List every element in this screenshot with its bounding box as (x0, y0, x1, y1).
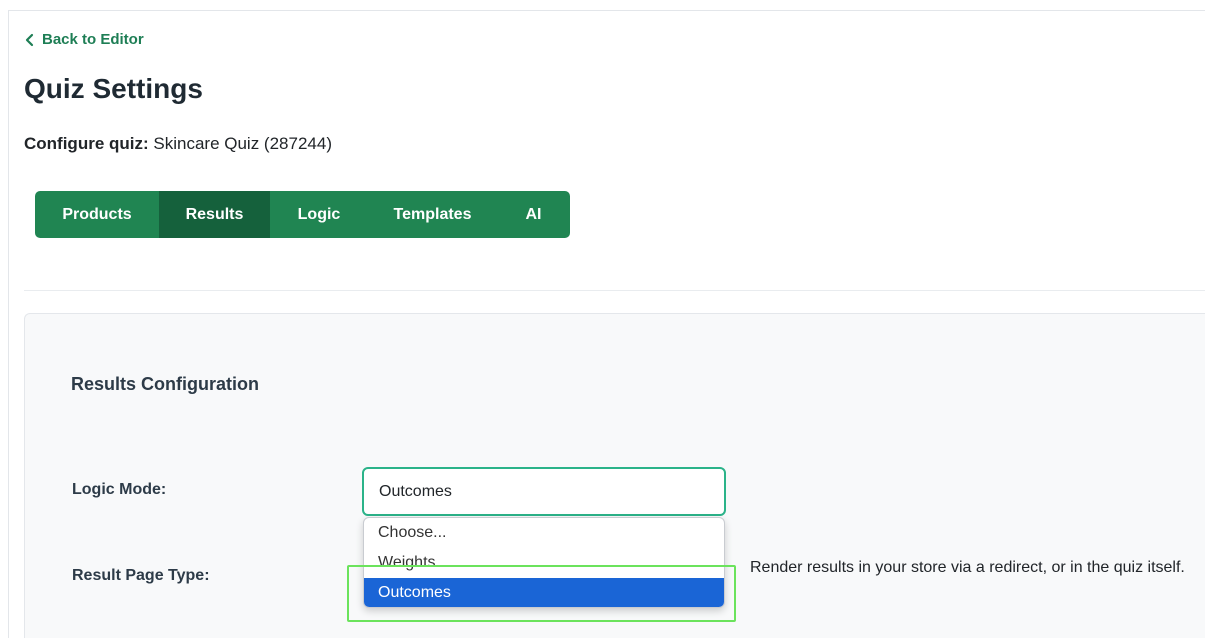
chevron-left-icon (25, 33, 34, 46)
logic-mode-dropdown: Choose... Weights Outcomes (363, 517, 725, 608)
logic-mode-value: Outcomes (379, 482, 452, 500)
tab-ai[interactable]: AI (497, 191, 570, 238)
settings-tabs: Products Results Logic Templates AI (35, 191, 570, 238)
option-choose[interactable]: Choose... (364, 518, 724, 548)
tab-logic[interactable]: Logic (270, 191, 368, 238)
quiz-name: Skincare Quiz (287244) (153, 134, 332, 153)
logic-mode-label: Logic Mode: (72, 481, 167, 498)
result-page-type-help: Render results in your store via a redir… (750, 559, 1185, 576)
back-to-editor-link[interactable]: Back to Editor (24, 31, 144, 48)
results-config-title: Results Configuration (71, 374, 259, 394)
tab-products[interactable]: Products (35, 191, 159, 238)
option-weights[interactable]: Weights (364, 548, 724, 578)
back-link-label: Back to Editor (42, 31, 144, 48)
tab-templates[interactable]: Templates (368, 191, 497, 238)
configure-label: Configure quiz: (24, 134, 149, 153)
option-outcomes[interactable]: Outcomes (364, 578, 724, 607)
tab-results[interactable]: Results (159, 191, 270, 238)
result-page-type-label: Result Page Type: (72, 567, 210, 584)
logic-mode-select[interactable]: Outcomes (362, 467, 726, 516)
configure-quiz-line: Configure quiz: Skincare Quiz (287244) (24, 134, 332, 154)
section-divider (24, 290, 1205, 291)
page-title: Quiz Settings (24, 73, 203, 104)
